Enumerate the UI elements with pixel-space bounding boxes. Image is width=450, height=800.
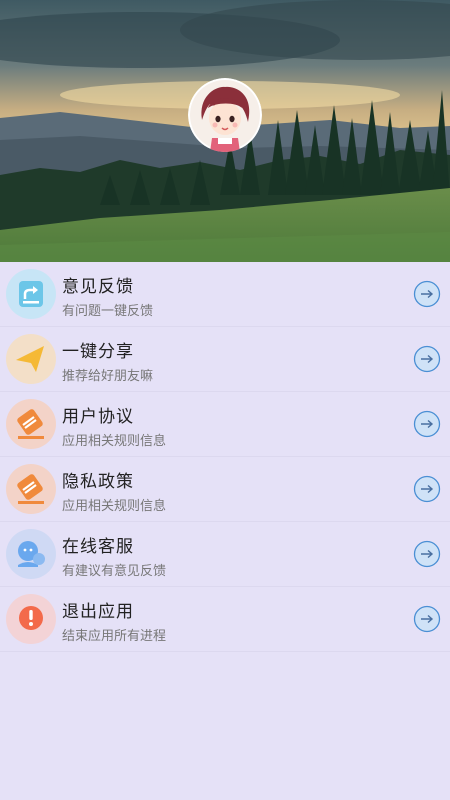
menu-item-title: 用户协议	[62, 407, 134, 427]
arrow-right-button[interactable]	[413, 540, 441, 568]
menu-item-title: 隐私政策	[62, 472, 134, 492]
header-banner	[0, 0, 450, 262]
arrow-right-icon	[413, 475, 441, 503]
arrow-right-icon	[413, 410, 441, 438]
menu-item-title: 在线客服	[62, 537, 134, 557]
menu-item-title: 一键分享	[62, 342, 134, 362]
menu-item-subtitle: 有问题一键反馈	[62, 304, 154, 319]
paper-plane-icon	[6, 334, 56, 384]
menu-item-subtitle: 推荐给好朋友嘛	[62, 369, 154, 384]
arrow-right-icon	[413, 345, 441, 373]
menu-list: 意见反馈 有问题一键反馈 一键分享 推荐给好朋友嘛 用户协议 应用相关规则信息 …	[0, 262, 450, 652]
arrow-right-button[interactable]	[413, 410, 441, 438]
customer-service-icon	[6, 529, 56, 579]
agreement-tag-icon	[6, 399, 56, 449]
arrow-right-button[interactable]	[413, 605, 441, 633]
arrow-right-button[interactable]	[413, 280, 441, 308]
menu-item-exit[interactable]: 退出应用 结束应用所有进程	[0, 587, 450, 652]
menu-item-share[interactable]: 一键分享 推荐给好朋友嘛	[0, 327, 450, 392]
menu-item-subtitle: 有建议有意见反馈	[62, 564, 167, 579]
menu-item-subtitle: 结束应用所有进程	[62, 629, 167, 644]
menu-item-customer-service[interactable]: 在线客服 有建议有意见反馈	[0, 522, 450, 587]
menu-item-title: 意见反馈	[62, 277, 134, 297]
share-box-icon	[6, 269, 56, 319]
privacy-tag-icon	[6, 464, 56, 514]
arrow-right-icon	[413, 280, 441, 308]
avatar-girl-image	[188, 78, 262, 152]
arrow-right-icon	[413, 540, 441, 568]
arrow-right-button[interactable]	[413, 345, 441, 373]
exit-alert-icon	[6, 594, 56, 644]
menu-item-title: 退出应用	[62, 602, 134, 622]
menu-item-agreement[interactable]: 用户协议 应用相关规则信息	[0, 392, 450, 457]
avatar[interactable]	[188, 78, 262, 152]
menu-item-subtitle: 应用相关规则信息	[62, 434, 167, 449]
arrow-right-icon	[413, 605, 441, 633]
menu-item-subtitle: 应用相关规则信息	[62, 499, 167, 514]
arrow-right-button[interactable]	[413, 475, 441, 503]
menu-item-privacy[interactable]: 隐私政策 应用相关规则信息	[0, 457, 450, 522]
menu-item-feedback[interactable]: 意见反馈 有问题一键反馈	[0, 262, 450, 327]
